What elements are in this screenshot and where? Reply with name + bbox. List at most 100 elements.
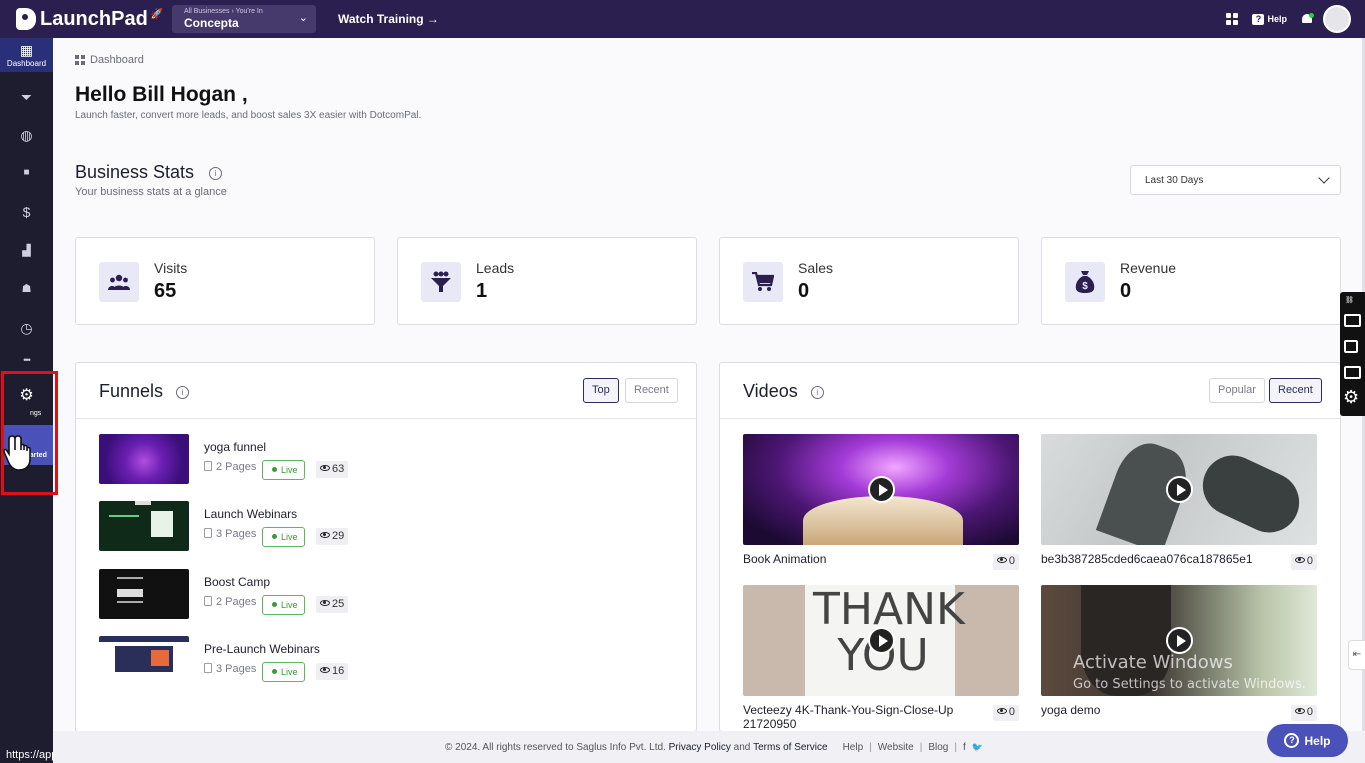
chevron-down-icon: ⌄ <box>298 12 308 24</box>
view-count: 25 <box>316 596 349 613</box>
stat-value: 65 <box>154 280 177 302</box>
facebook-icon[interactable]: f <box>963 742 966 753</box>
apps-grid-icon[interactable] <box>1226 13 1239 25</box>
video-name: yoga demo <box>1041 703 1101 717</box>
tab-recent[interactable]: Recent <box>1269 378 1322 403</box>
sidebar-item-label: Dashboard <box>6 58 47 68</box>
top-navbar: LaunchPad 🚀 All Businesses › You're In C… <box>0 0 1365 38</box>
funnel-pages: 3 Pages <box>204 663 256 675</box>
funnel-pages: 3 Pages <box>204 528 256 540</box>
funnel-thumbnail <box>99 434 189 484</box>
business-stats-title: Business Stats <box>75 162 195 182</box>
footer-blog-link[interactable]: Blog <box>928 742 948 753</box>
video-thumbnail[interactable] <box>1041 434 1317 545</box>
eye-icon <box>1294 557 1305 563</box>
footer-divider: | <box>869 741 872 753</box>
hand-cursor-icon <box>3 435 31 471</box>
sidebar-item-contacts[interactable]: ☗ <box>0 272 53 306</box>
sidebar-item-sales[interactable]: $ <box>0 195 53 229</box>
eye-icon <box>320 600 330 606</box>
funnel-pages: 2 Pages <box>204 596 256 608</box>
play-icon[interactable] <box>1166 476 1193 503</box>
help-button[interactable]: ? Help <box>1267 724 1348 757</box>
launchpad-logo-icon <box>16 8 36 30</box>
sidebar-item-videos[interactable]: ■ <box>0 156 53 190</box>
footer-and: and <box>733 741 751 753</box>
avatar[interactable] <box>1323 5 1351 33</box>
stat-card-revenue: $ Revenue 0 <box>1041 237 1341 325</box>
info-icon[interactable]: i <box>810 385 824 399</box>
tab-top[interactable]: Top <box>583 378 619 403</box>
business-stats-subtitle: Your business stats at a glance <box>75 186 227 198</box>
view-count-value: 0 <box>1008 706 1015 718</box>
list-item[interactable]: Launch Webinars 3 Pages Live 29 <box>99 501 359 551</box>
gear-icon[interactable]: ⚙ <box>1343 388 1359 406</box>
video-thumbnail[interactable]: THANK YOU <box>743 585 1019 696</box>
twitter-icon[interactable]: 🐦 <box>972 742 983 753</box>
business-selector[interactable]: All Businesses › You're In Concepta ⌄ <box>172 5 316 33</box>
status-badge: Live <box>262 662 305 682</box>
video-name: be3b387285cded6caea076ca187865e1 <box>1041 552 1253 566</box>
sidebar-item-analytics[interactable]: ▟ <box>0 234 53 268</box>
footer-website-link[interactable]: Website <box>878 742 914 753</box>
eye-icon <box>320 667 330 673</box>
videos-panel-header: Videos i Popular Recent <box>720 363 1340 419</box>
window-capture-icon[interactable] <box>1344 366 1361 379</box>
footer-copyright: © 2024. All rights reserved to Saglus In… <box>445 741 666 753</box>
footer-help-link[interactable]: Help <box>843 742 864 753</box>
sidebar-item-reports[interactable]: ◷ <box>0 311 53 345</box>
stat-card-visits: Visits 65 <box>75 237 375 325</box>
play-icon[interactable] <box>868 627 895 654</box>
business-crumb: All Businesses › You're In <box>184 8 263 15</box>
info-icon[interactable]: i <box>176 385 190 399</box>
document-icon <box>204 596 212 606</box>
view-count-value: 63 <box>332 463 345 475</box>
view-count-value: 16 <box>332 665 345 677</box>
list-item[interactable]: Pre-Launch Webinars 3 Pages Live 16 <box>99 636 359 686</box>
funnel-thumbnail <box>99 569 189 619</box>
date-range-select[interactable]: Last 30 Days <box>1130 165 1341 195</box>
sidebar-item-websites[interactable]: ◍ <box>0 118 53 152</box>
terms-of-service-link[interactable]: Terms of Service <box>753 742 827 753</box>
tab-popular[interactable]: Popular <box>1209 378 1265 403</box>
video-record-icon[interactable] <box>1344 340 1358 353</box>
view-count-value: 0 <box>1306 555 1313 567</box>
bell-icon[interactable] <box>1301 12 1314 26</box>
privacy-policy-link[interactable]: Privacy Policy <box>669 742 731 753</box>
funnel-name[interactable]: Pre-Launch Webinars <box>204 642 320 656</box>
app-logo[interactable]: LaunchPad 🚀 <box>16 8 168 31</box>
link-icon[interactable]: ⛓ <box>1345 296 1354 304</box>
camera-icon[interactable] <box>1344 314 1361 327</box>
sidebar-item-dashboard[interactable]: ▦ Dashboard <box>0 38 53 72</box>
list-item[interactable]: yoga funnel 2 Pages Live 63 <box>99 434 359 484</box>
cart-icon <box>743 262 783 302</box>
funnel-name[interactable]: Launch Webinars <box>204 507 297 521</box>
view-count: 0 <box>992 705 1019 721</box>
page-subtitle: Launch faster, convert more leads, and b… <box>75 110 422 121</box>
sidebar-item-funnels[interactable]: ⏷ <box>0 80 53 114</box>
funnels-title: Funnels i <box>99 381 190 402</box>
side-pull-tab[interactable]: ⇤ <box>1348 640 1365 670</box>
more-icon: ••• <box>23 355 31 365</box>
funnel-name[interactable]: yoga funnel <box>204 440 266 454</box>
money-bag-icon: $ <box>1065 262 1105 302</box>
business-name: Concepta <box>184 16 239 30</box>
funnel-pages-text: 2 Pages <box>216 596 257 608</box>
play-icon[interactable] <box>868 476 895 503</box>
help-link[interactable]: ? Help <box>1252 13 1287 25</box>
video-thumbnail[interactable] <box>743 434 1019 545</box>
globe-icon: ◍ <box>20 127 33 143</box>
business-stats-heading: Business Stats i <box>75 162 223 183</box>
video-name: Book Animation <box>743 552 827 566</box>
watch-training-link[interactable]: Watch Training → <box>338 12 439 26</box>
play-icon[interactable] <box>1166 627 1193 654</box>
info-icon[interactable]: i <box>209 166 223 180</box>
dashboard-icon <box>75 55 85 65</box>
tab-recent[interactable]: Recent <box>625 378 678 403</box>
help-icon: ? <box>1252 13 1265 25</box>
funnel-name[interactable]: Boost Camp <box>204 575 270 589</box>
funnel-pages-text: 3 Pages <box>216 663 257 675</box>
list-item[interactable]: Boost Camp 2 Pages Live 25 <box>99 569 359 619</box>
help-label: Help <box>1267 14 1287 24</box>
video-icon: ■ <box>23 167 30 178</box>
